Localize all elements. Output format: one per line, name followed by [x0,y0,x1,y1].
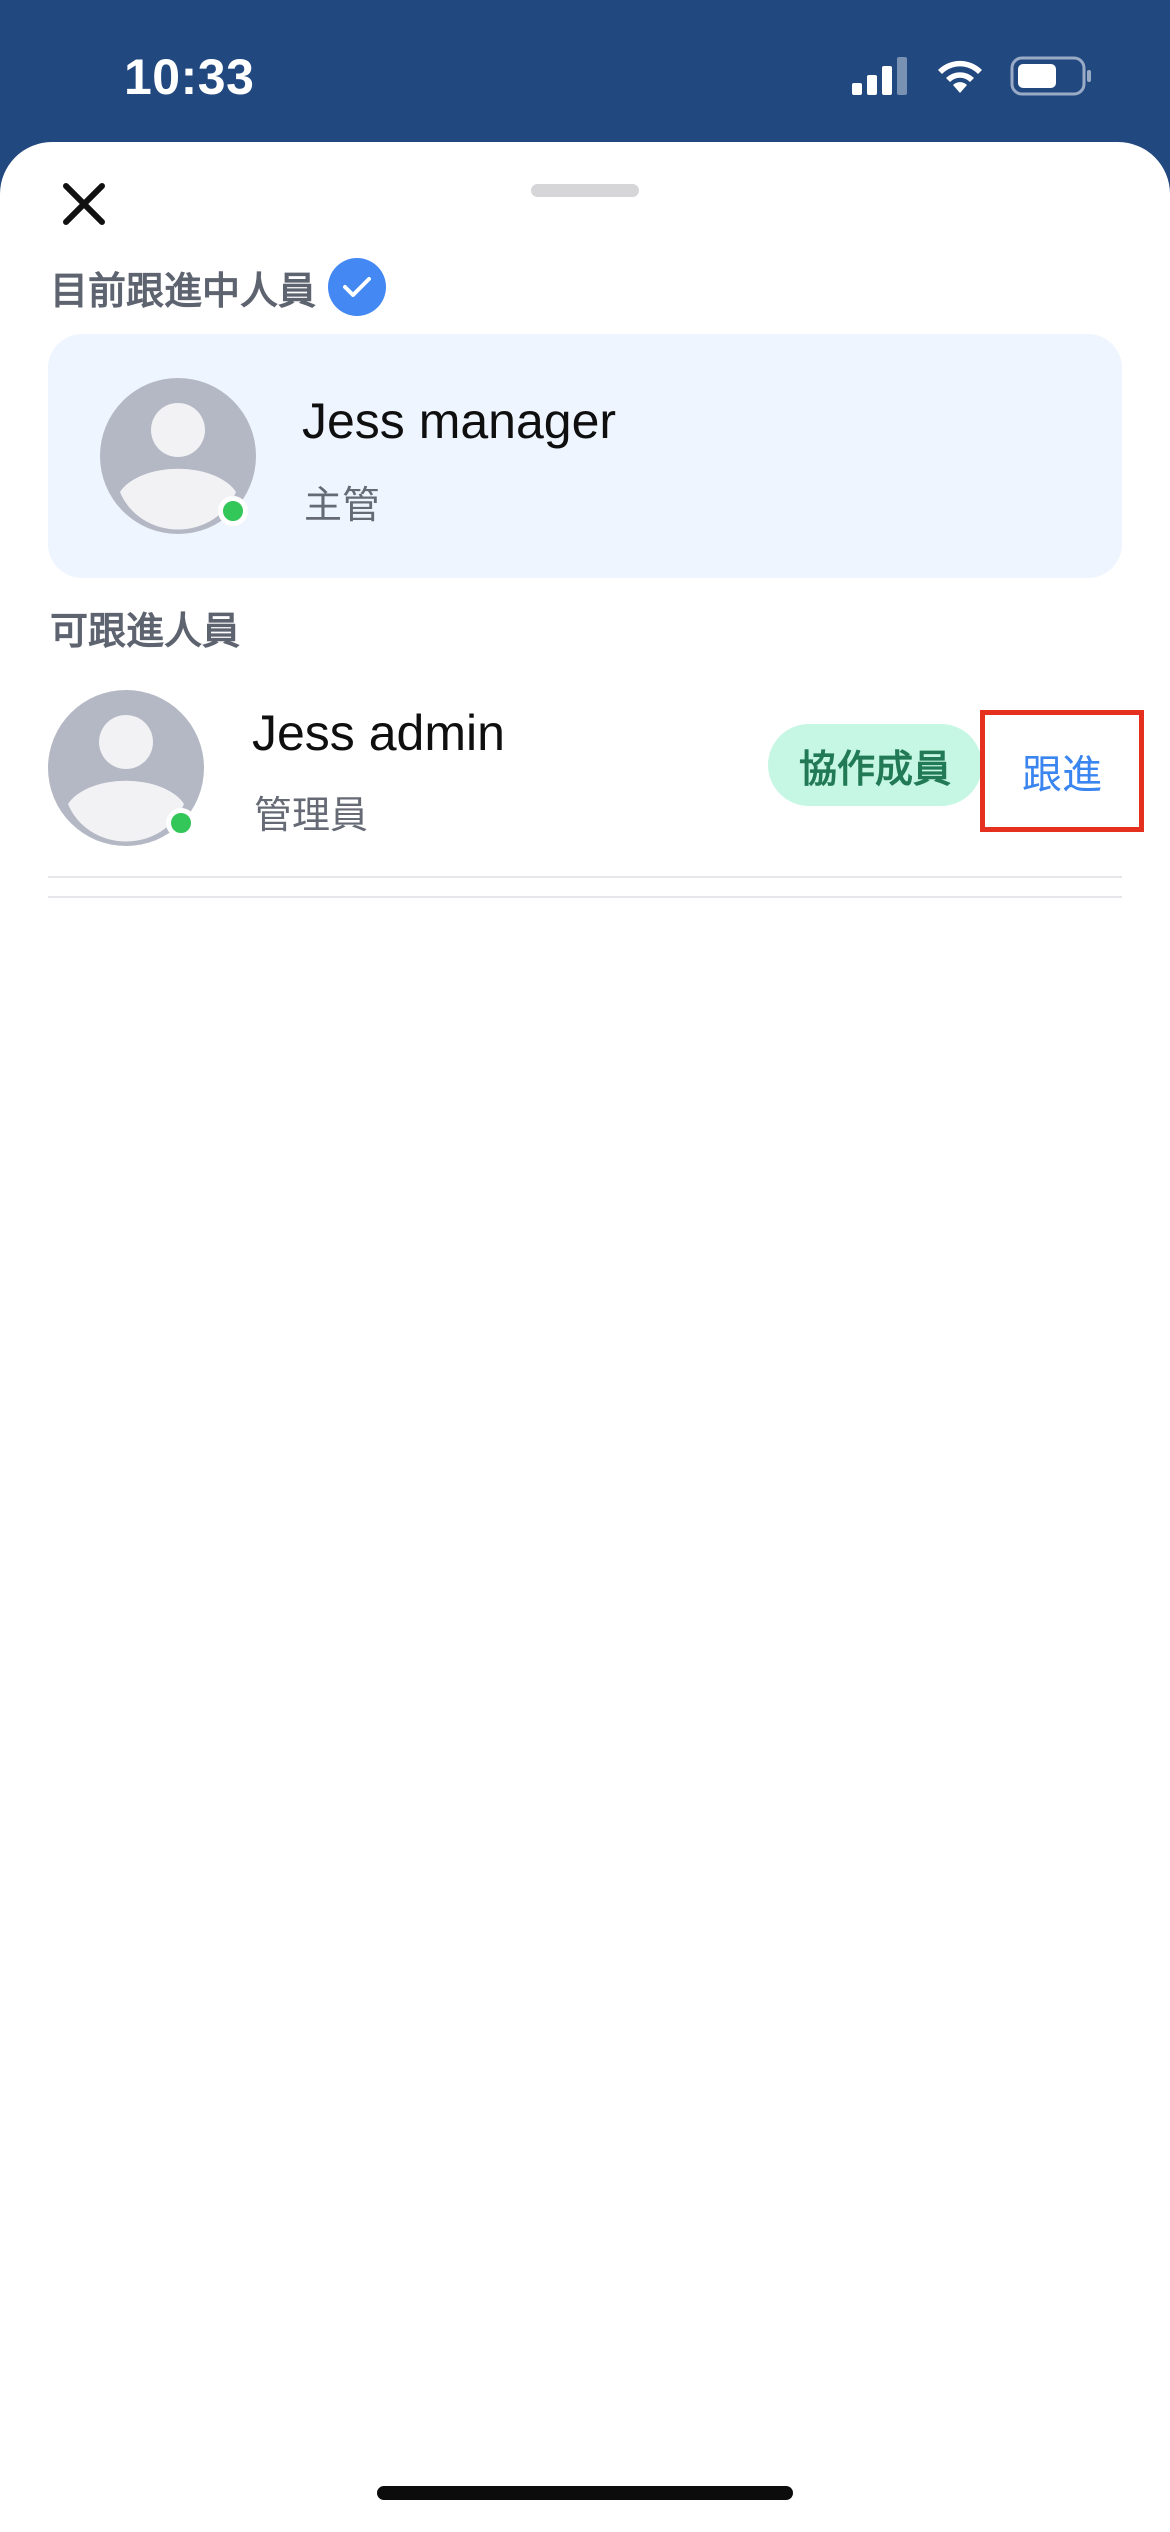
sheet-grabber[interactable] [531,184,639,197]
member-name: Jess admin [252,705,505,761]
current-follower-name: Jess manager [302,393,617,449]
current-follower-title-text: 目前跟進中人員 [50,268,317,313]
online-status-dot [166,808,196,838]
avatar [100,378,256,534]
member-role: 管理員 [254,793,369,837]
check-icon [328,258,387,316]
avatar [48,690,204,846]
divider [48,896,1122,898]
close-button[interactable] [52,174,116,238]
list-item[interactable]: Jess admin 管理員 協作成員 跟進 [0,672,1170,862]
follow-button[interactable]: 跟進 [980,710,1144,832]
current-follower-section-title: 目前跟進中人員 [50,258,387,316]
status-bar: 10:33 [0,0,1170,145]
available-followers-title-text: 可跟進人員 [50,609,241,653]
status-icons [852,56,1092,100]
bottom-sheet: 目前跟進中人員 Jess manager 主管 可跟進人員 Jess admin… [0,142,1170,2532]
available-followers-section-title: 可跟進人員 [50,600,240,655]
wifi-icon [934,57,986,99]
status-time: 10:33 [124,49,255,105]
home-indicator [377,2486,793,2500]
current-follower-role: 主管 [304,483,381,527]
close-icon [62,182,106,230]
cellular-signal-icon [852,57,910,99]
online-status-dot [218,496,248,526]
current-follower-card: Jess manager 主管 [48,334,1122,578]
battery-icon [1010,56,1092,100]
collaborator-badge: 協作成員 [768,724,982,806]
divider [48,876,1122,878]
